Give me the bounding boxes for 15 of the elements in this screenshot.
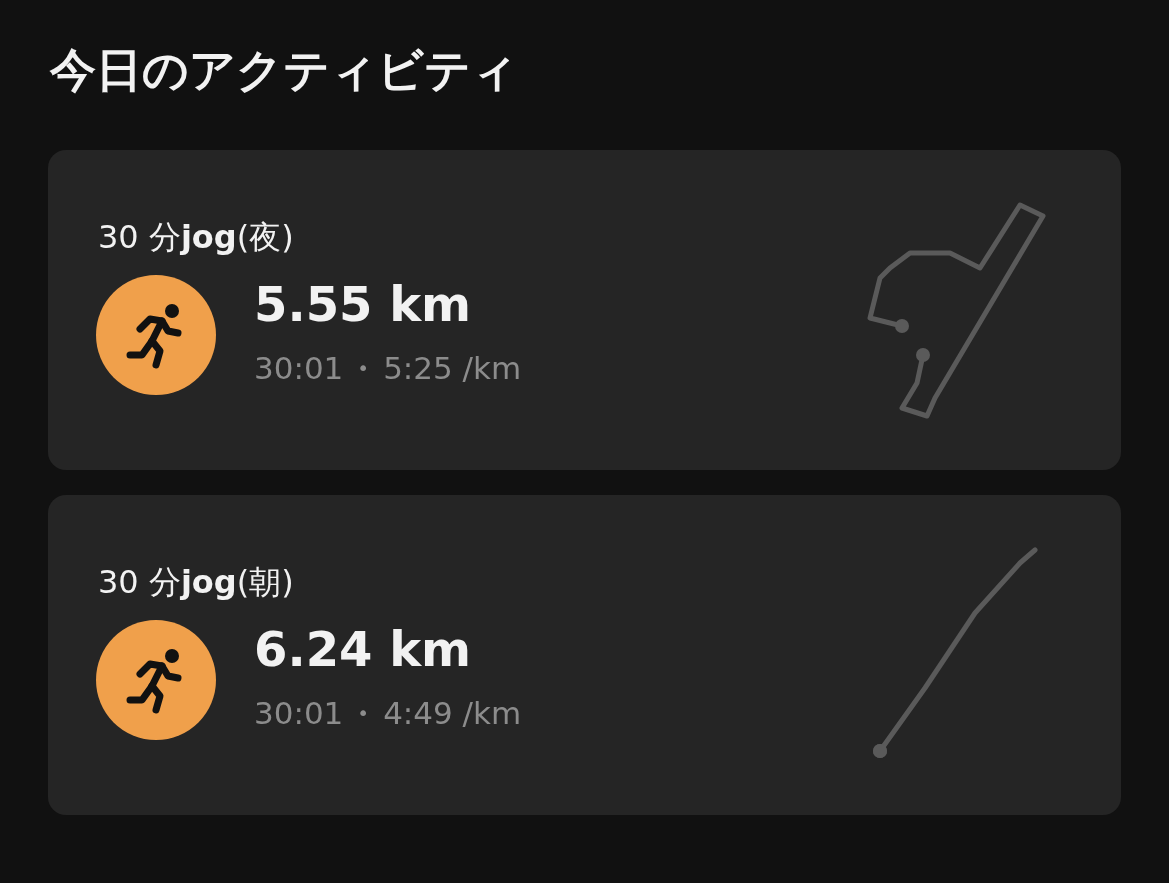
running-icon bbox=[96, 620, 216, 740]
activity-name: 30 分jog(夜) bbox=[98, 217, 295, 258]
distance-value: 5.55 km bbox=[254, 276, 473, 332]
pace-value: 5:25 /km bbox=[383, 350, 522, 386]
activity-card[interactable]: 30 分jog(夜) 5.55 km 30:01 • 5:25 /km bbox=[48, 150, 1121, 470]
activity-name: 30 分jog(朝) bbox=[98, 562, 295, 603]
activity-card[interactable]: 30 分jog(朝) 6.24 km 30:01 • 4:49 /km bbox=[48, 495, 1121, 815]
duration-value: 30:01 bbox=[254, 350, 344, 386]
distance-value: 6.24 km bbox=[254, 621, 473, 677]
duration-value: 30:01 bbox=[254, 695, 344, 731]
page-title: 今日のアクティビティ bbox=[50, 42, 519, 99]
running-icon bbox=[96, 275, 216, 395]
separator-dot: • bbox=[357, 356, 370, 380]
separator-dot: • bbox=[357, 701, 370, 725]
pace-value: 4:49 /km bbox=[383, 695, 522, 731]
